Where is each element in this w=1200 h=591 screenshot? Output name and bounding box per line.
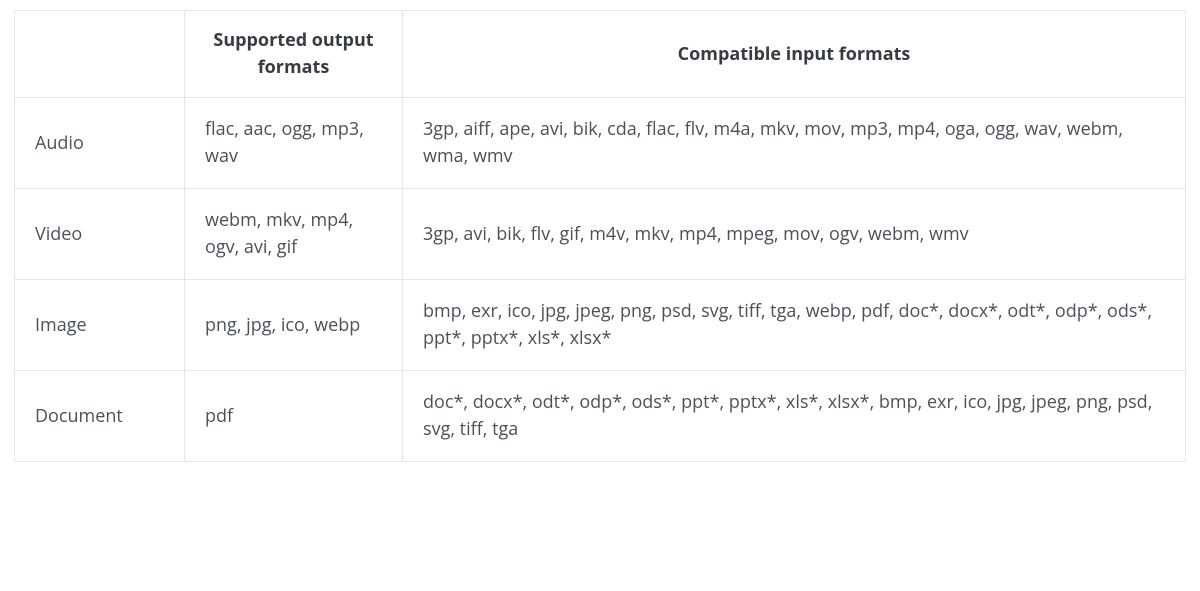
table-row: Video webm, mkv, mp4, ogv, avi, gif 3gp,… [15, 189, 1186, 280]
cell-output: flac, aac, ogg, mp3, wav [185, 98, 403, 189]
table-row: Audio flac, aac, ogg, mp3, wav 3gp, aiff… [15, 98, 1186, 189]
cell-category: Video [15, 189, 185, 280]
table-row: Document pdf doc*, docx*, odt*, odp*, od… [15, 371, 1186, 462]
header-output: Supported output formats [185, 11, 403, 98]
cell-category: Image [15, 280, 185, 371]
formats-table: Supported output formats Compatible inpu… [14, 10, 1186, 462]
cell-output: webm, mkv, mp4, ogv, avi, gif [185, 189, 403, 280]
table-header-row: Supported output formats Compatible inpu… [15, 11, 1186, 98]
cell-input: doc*, docx*, odt*, odp*, ods*, ppt*, ppt… [403, 371, 1186, 462]
header-category [15, 11, 185, 98]
cell-output: png, jpg, ico, webp [185, 280, 403, 371]
cell-category: Document [15, 371, 185, 462]
cell-input: 3gp, aiff, ape, avi, bik, cda, flac, flv… [403, 98, 1186, 189]
cell-category: Audio [15, 98, 185, 189]
cell-input: 3gp, avi, bik, flv, gif, m4v, mkv, mp4, … [403, 189, 1186, 280]
cell-output: pdf [185, 371, 403, 462]
table-row: Image png, jpg, ico, webp bmp, exr, ico,… [15, 280, 1186, 371]
header-input: Compatible input formats [403, 11, 1186, 98]
cell-input: bmp, exr, ico, jpg, jpeg, png, psd, svg,… [403, 280, 1186, 371]
